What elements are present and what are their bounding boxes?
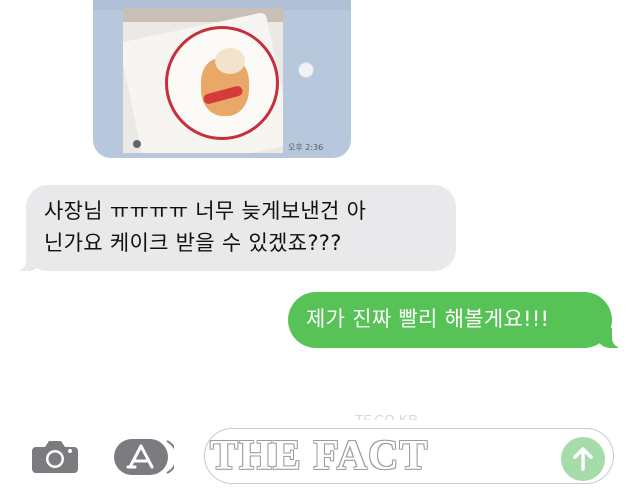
profile-dot-icon bbox=[133, 140, 141, 148]
message-input-field[interactable] bbox=[204, 428, 614, 484]
dog-face bbox=[215, 48, 245, 74]
incoming-line-2: 닌가요 케이크 받을 수 있겠죠??? bbox=[44, 231, 342, 255]
outgoing-message-text: 제가 진짜 빨리 해볼게요!!! bbox=[306, 307, 550, 331]
bubble-tail-mask bbox=[612, 328, 626, 348]
camera-icon bbox=[32, 441, 78, 473]
app-store-icon bbox=[114, 439, 178, 475]
forward-icon[interactable] bbox=[298, 62, 314, 78]
outgoing-message-bubble[interactable]: 제가 진짜 빨리 해볼게요!!! bbox=[288, 292, 626, 348]
image-message-bubble[interactable]: 오후 2:36 bbox=[93, 0, 351, 158]
message-thread: 오후 2:36 사장님 ㅠㅠㅠㅠ 너무 늦게보낸건 아 닌가요 케이크 받을 수… bbox=[0, 0, 640, 420]
arrow-up-icon bbox=[573, 447, 593, 471]
incoming-line-1: 사장님 ㅠㅠㅠㅠ 너무 늦게보낸건 아 bbox=[44, 199, 367, 223]
incoming-message-text: 사장님 ㅠㅠㅠㅠ 너무 늦게보낸건 아 닌가요 케이크 받을 수 있겠죠??? bbox=[44, 195, 442, 259]
app-store-button[interactable] bbox=[114, 437, 178, 477]
incoming-message-bubble[interactable]: 사장님 ㅠㅠㅠㅠ 너무 늦게보낸건 아 닌가요 케이크 받을 수 있겠죠??? bbox=[12, 185, 456, 271]
camera-button[interactable] bbox=[30, 437, 80, 475]
image-timestamp: 오후 2:36 bbox=[288, 143, 324, 152]
message-input[interactable] bbox=[227, 441, 551, 473]
cake-photo[interactable] bbox=[123, 8, 283, 153]
send-button[interactable] bbox=[561, 437, 605, 481]
